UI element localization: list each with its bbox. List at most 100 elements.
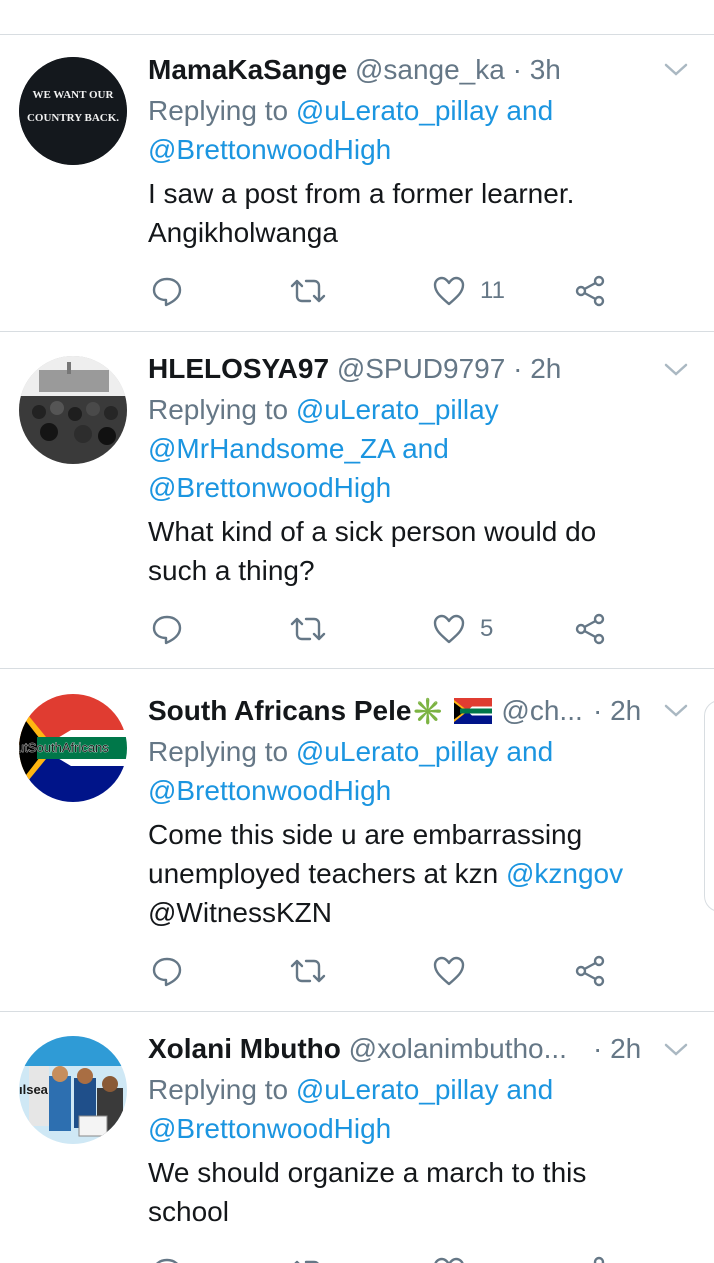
reply-button[interactable] xyxy=(150,271,184,311)
like-count: 5 xyxy=(480,615,494,642)
tweet-text-line: Come this side u are embarrassing xyxy=(148,819,583,850)
avatar[interactable]: WE WANT OUR COUNTRY BACK. xyxy=(19,57,127,165)
separator-dot: · xyxy=(593,695,603,726)
tweet-header: Xolani Mbutho @xolanimbutho... xyxy=(148,1029,578,1069)
user-handle[interactable]: @xolanimbutho... xyxy=(349,1033,567,1064)
display-name[interactable]: Xolani Mbutho xyxy=(148,1033,341,1064)
avatar[interactable]: ılsea xyxy=(19,1036,127,1144)
display-name[interactable]: HLELOSYA97 xyxy=(148,353,329,384)
tweet-2[interactable]: HLELOSYA97 @SPUD9797 · 2h Replying to @u… xyxy=(0,332,714,668)
tweet-4[interactable]: ılsea Xolani Mbutho @xolanimbutho... · 2… xyxy=(0,1012,714,1263)
avatar[interactable]: utSouthAfricans xyxy=(19,694,127,802)
like-icon xyxy=(433,614,465,644)
south-africa-flag-icon xyxy=(453,698,492,724)
tweet-header: South Africans Pele✳️ @ch... xyxy=(148,691,650,731)
share-button[interactable] xyxy=(573,271,607,311)
mention-link[interactable]: @MrHandsome_ZA and xyxy=(148,429,668,468)
mention-link[interactable]: @BrettonwoodHigh xyxy=(148,1109,668,1148)
mention-link[interactable]: @BrettonwoodHigh xyxy=(148,130,668,169)
tweet-text-line: school xyxy=(148,1196,229,1227)
retweet-button[interactable] xyxy=(288,951,328,991)
chevron-down-icon[interactable] xyxy=(663,1040,689,1058)
mention-link[interactable]: @uLerato_pillay xyxy=(296,394,499,425)
tweet-text-line: unemployed teachers at kzn @kzngov xyxy=(148,854,688,893)
avatar-image: WE WANT OUR COUNTRY BACK. xyxy=(19,57,127,165)
like-button[interactable] xyxy=(432,951,466,991)
like-icon xyxy=(433,276,465,306)
separator-dot: · xyxy=(513,353,523,384)
display-name[interactable]: MamaKaSange xyxy=(148,54,347,85)
like-button[interactable]: 5 xyxy=(432,609,493,649)
share-icon xyxy=(575,955,605,987)
action-bar: 5 xyxy=(148,609,618,649)
like-icon xyxy=(434,1257,464,1263)
top-strip xyxy=(0,0,714,34)
avatar-image xyxy=(19,356,127,464)
mention-link[interactable]: @BrettonwoodHigh xyxy=(148,468,668,507)
avatar-image: ılsea xyxy=(19,1036,127,1144)
timestamp[interactable]: 3h xyxy=(530,54,561,85)
timestamp[interactable]: 2h xyxy=(610,1033,641,1064)
share-icon xyxy=(575,275,605,307)
mention-link[interactable]: @BrettonwoodHigh xyxy=(148,771,688,810)
avatar-text-line-2: COUNTRY BACK. xyxy=(27,112,119,124)
tweet-text-line: What kind of a sick person would do xyxy=(148,516,597,547)
chevron-down-icon[interactable] xyxy=(663,701,689,719)
tweet-1[interactable]: WE WANT OUR COUNTRY BACK. MamaKaSange @s… xyxy=(0,35,714,331)
tweet-text-line: We should organize a march to this xyxy=(148,1157,587,1188)
avatar[interactable] xyxy=(19,356,127,464)
tweet-header: HLELOSYA97 @SPUD9797 · 2h xyxy=(148,349,668,389)
tweet-3[interactable]: utSouthAfricans South Africans Pele✳️ @c… xyxy=(0,669,714,1011)
share-button[interactable] xyxy=(573,951,607,991)
sparkle-icon: ✳️ xyxy=(411,696,444,726)
mention-link[interactable]: @kzngov xyxy=(506,858,623,889)
mention-link[interactable]: @uLerato_pillay and xyxy=(296,95,553,126)
user-handle[interactable]: @SPUD9797 xyxy=(337,353,506,384)
timestamp[interactable]: 2h xyxy=(530,353,561,384)
retweet-icon xyxy=(294,1260,319,1263)
chevron-down-icon[interactable] xyxy=(663,60,689,78)
avatar-text-line-1: WE WANT OUR xyxy=(33,89,115,101)
share-button[interactable] xyxy=(573,609,607,649)
reply-icon xyxy=(152,957,182,987)
timestamp[interactable]: 2h xyxy=(610,695,641,726)
avatar-text: utSouthAfricans xyxy=(19,740,109,755)
mention-link[interactable]: @uLerato_pillay and xyxy=(296,736,553,767)
share-icon xyxy=(575,613,605,645)
reply-button[interactable] xyxy=(150,609,184,649)
reply-button[interactable] xyxy=(150,951,184,991)
tweet-text-segment: unemployed teachers at kzn xyxy=(148,858,506,889)
action-bar: 11 xyxy=(148,271,618,311)
user-handle[interactable]: @sange_ka xyxy=(355,54,505,85)
reply-icon xyxy=(152,615,182,645)
tweet-text-line: I saw a post from a former learner. xyxy=(148,178,575,209)
replying-to-label: Replying to xyxy=(148,394,289,425)
retweet-icon xyxy=(290,279,326,303)
retweet-button[interactable] xyxy=(288,271,328,311)
replying-to: Replying to @uLerato_pillay xyxy=(148,390,668,429)
retweet-button[interactable] xyxy=(288,1252,328,1263)
display-name[interactable]: South Africans Pele xyxy=(148,695,411,726)
tweet-text-line: Angikholwanga xyxy=(148,217,338,248)
like-button[interactable] xyxy=(432,1252,466,1263)
retweet-button[interactable] xyxy=(288,609,328,649)
share-icon xyxy=(593,1256,605,1263)
share-button[interactable] xyxy=(573,1252,607,1263)
avatar-image: utSouthAfricans xyxy=(19,694,127,802)
replying-to: Replying to @uLerato_pillay and xyxy=(148,1070,668,1109)
user-handle[interactable]: @ch... xyxy=(501,695,582,726)
reply-icon xyxy=(156,1258,178,1263)
mention-link[interactable]: @uLerato_pillay and xyxy=(296,1074,553,1105)
tweet-text-line: such a thing? xyxy=(148,555,315,586)
retweet-icon xyxy=(290,617,326,641)
time-wrap: · 2h xyxy=(593,691,641,731)
mention-link[interactable]: @WitnessKZN xyxy=(148,893,688,932)
chevron-down-icon[interactable] xyxy=(663,360,689,378)
like-button[interactable]: 11 xyxy=(432,271,505,311)
reply-button[interactable] xyxy=(150,1252,184,1263)
time-wrap: · 2h xyxy=(593,1029,641,1069)
replying-to-label: Replying to xyxy=(148,1074,289,1105)
replying-to: Replying to @uLerato_pillay and xyxy=(148,91,668,130)
tweet-header: MamaKaSange @sange_ka · 3h xyxy=(148,50,668,90)
reply-icon xyxy=(152,277,182,307)
